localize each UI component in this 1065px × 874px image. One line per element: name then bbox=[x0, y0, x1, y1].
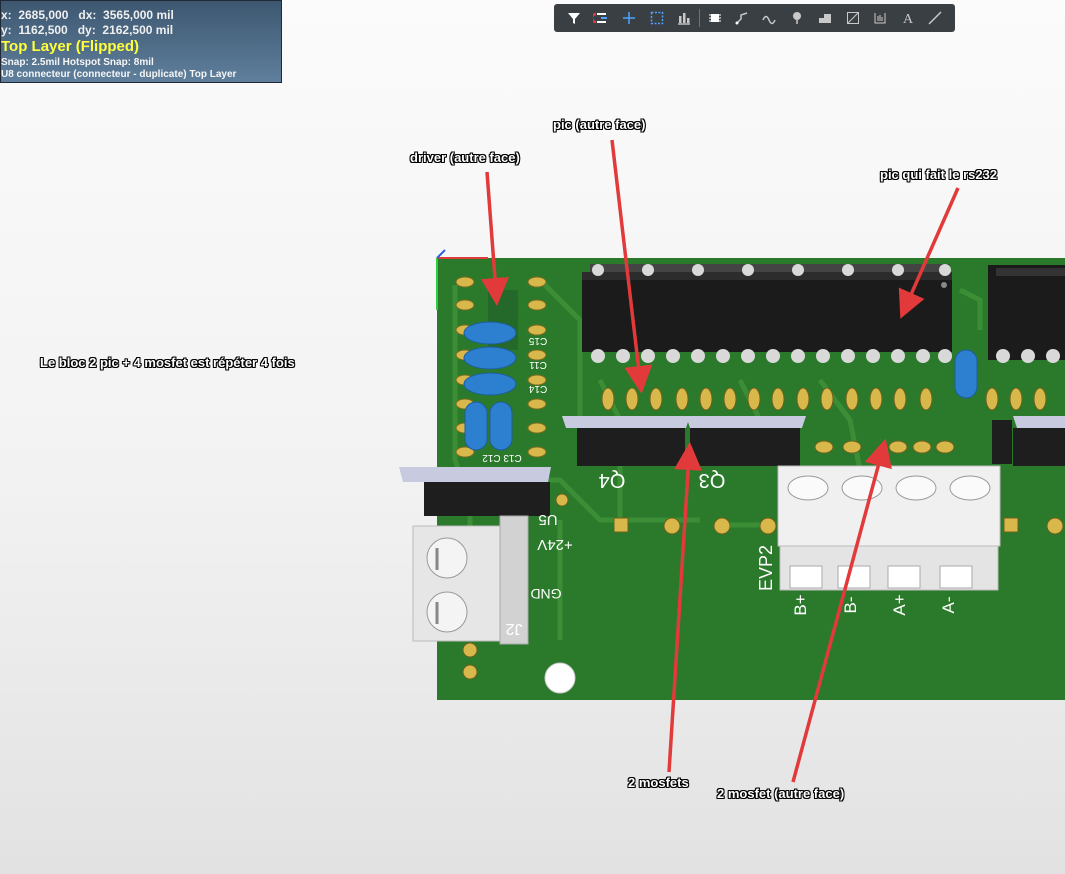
dimension-icon[interactable] bbox=[866, 6, 894, 30]
label-q3: Q3 bbox=[699, 469, 726, 491]
hud-component: U8 connecteur (connecteur - duplicate) T… bbox=[1, 69, 237, 80]
label-j2: J2 bbox=[505, 620, 522, 637]
filter-icon[interactable] bbox=[560, 6, 588, 30]
diff-pair-icon[interactable] bbox=[756, 6, 784, 30]
label-gnd: GND bbox=[530, 586, 561, 602]
annotation-pic-rs232: pic qui fait le rs232 bbox=[880, 167, 998, 182]
label-c15: C15 bbox=[528, 335, 547, 346]
annotation-driver: driver (autre face) bbox=[410, 150, 520, 165]
component-icon[interactable] bbox=[701, 6, 729, 30]
label-q4: Q4 bbox=[599, 469, 626, 491]
select-rect-icon[interactable] bbox=[643, 6, 671, 30]
toolbar-separator bbox=[698, 9, 700, 27]
coordinate-hud: x: 2685,000 dx: 3565,000 mil y: 1162,500… bbox=[0, 0, 282, 83]
line-icon[interactable] bbox=[922, 6, 950, 30]
label-aminus: A- bbox=[939, 597, 958, 614]
polygon-icon[interactable] bbox=[811, 6, 839, 30]
text-icon[interactable]: A bbox=[894, 6, 922, 30]
active-bar-toolbar: A bbox=[554, 4, 955, 32]
dip-chip-right[interactable] bbox=[988, 265, 1065, 363]
keepout-icon[interactable] bbox=[839, 6, 867, 30]
crosshair-icon[interactable] bbox=[615, 6, 643, 30]
svg-text:A: A bbox=[903, 12, 914, 25]
label-u5: U5 bbox=[538, 511, 557, 528]
hud-snap: Snap: 2.5mil Hotspot Snap: 8mil bbox=[1, 57, 154, 68]
align-icon[interactable] bbox=[670, 6, 698, 30]
hud-coords-x: x: 2685,000 dx: 3565,000 mil bbox=[1, 8, 174, 22]
label-evp2: EVP2 bbox=[756, 545, 776, 591]
dip-chip-pic-rs232[interactable] bbox=[582, 264, 952, 363]
via-icon[interactable] bbox=[784, 6, 812, 30]
label-c13c12: C13 C12 bbox=[482, 452, 522, 463]
route-icon[interactable] bbox=[728, 6, 756, 30]
label-aplus: A+ bbox=[890, 594, 909, 615]
mosfet-q4[interactable] bbox=[562, 416, 690, 466]
mosfet-right[interactable] bbox=[992, 416, 1065, 466]
annotation-2-mosfets: 2 mosfets bbox=[628, 775, 689, 790]
mounting-hole bbox=[544, 662, 576, 694]
annotation-pic: pic (autre face) bbox=[553, 117, 646, 132]
label-24v: +24V bbox=[537, 536, 572, 553]
label-bplus: B+ bbox=[791, 594, 810, 615]
terminal-block-evp2[interactable] bbox=[777, 465, 1001, 591]
mosfet-q3[interactable] bbox=[686, 416, 806, 466]
label-c11: C11 bbox=[529, 359, 547, 370]
annotation-bloc: Le bloc 2 pic + 4 mosfet est répéter 4 f… bbox=[40, 355, 295, 370]
magnet-icon[interactable] bbox=[588, 6, 616, 30]
label-c14: C14 bbox=[528, 383, 547, 394]
label-bminus: B- bbox=[841, 597, 860, 614]
hud-coords-y: y: 1162,500 dy: 2162,500 mil bbox=[1, 23, 174, 37]
regulator-u5[interactable] bbox=[399, 467, 551, 516]
pcb-3d-view[interactable]: C15 C11 C14 C13 C12 Q4 Q3 U5 +24V GND J2… bbox=[0, 0, 1065, 874]
annotation-2-mosfet-other: 2 mosfet (autre face) bbox=[717, 786, 845, 801]
hud-layer: Top Layer (Flipped) bbox=[1, 38, 140, 55]
